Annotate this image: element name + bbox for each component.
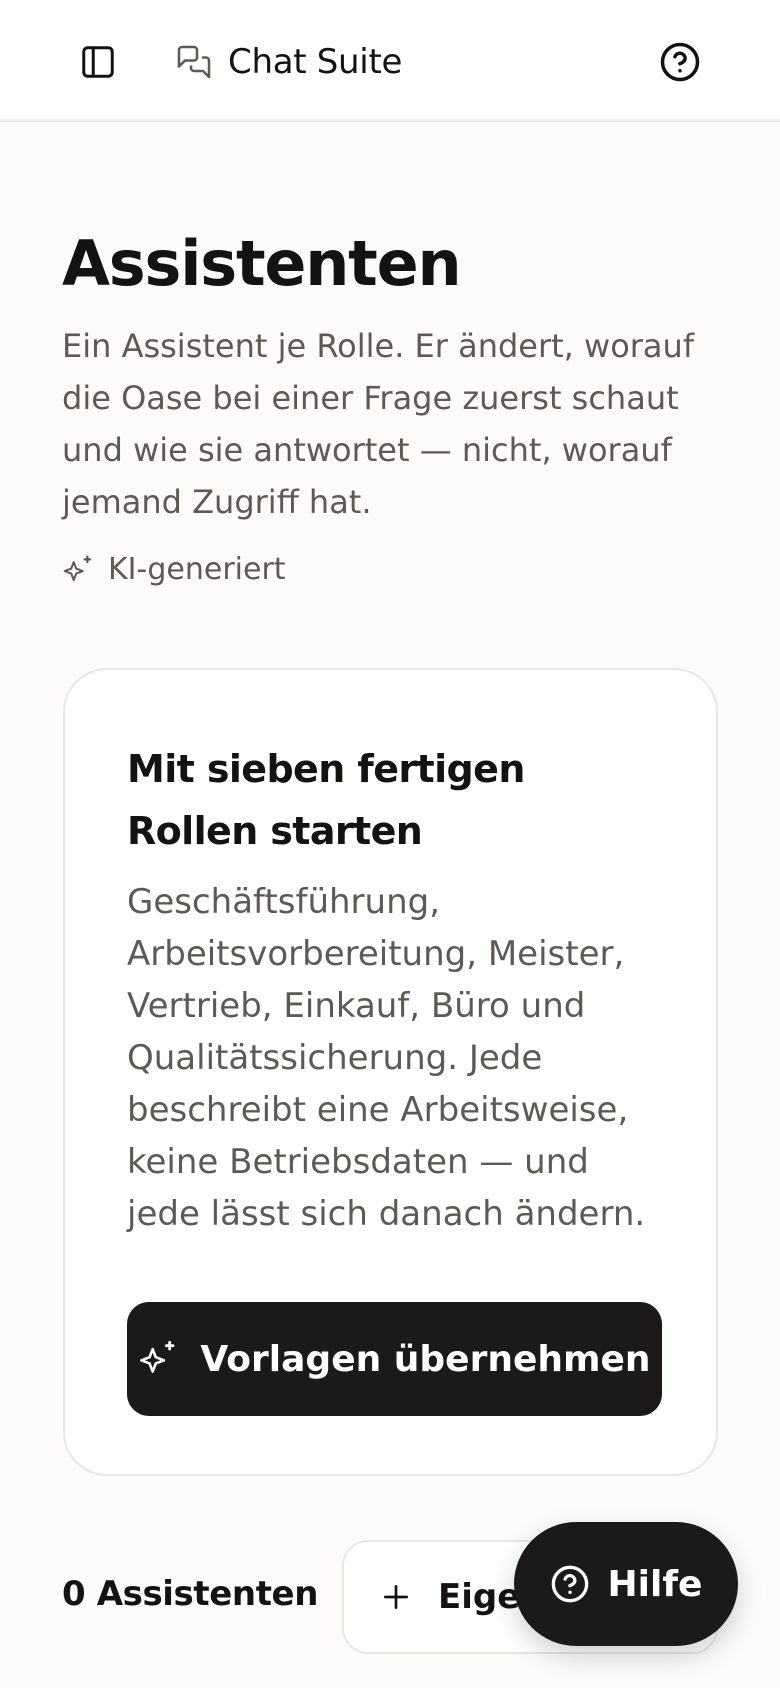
page-description: Ein Assistent je Rolle. Er ändert, worau… xyxy=(62,327,695,521)
ai-generated-label: KI-generiert xyxy=(108,552,286,587)
template-card-description: Geschäftsführung, Arbeitsvorbereitung, M… xyxy=(127,882,646,1234)
help-circle-icon xyxy=(550,1564,590,1604)
chat-bubbles-icon xyxy=(176,44,212,80)
sidebar-toggle-button[interactable] xyxy=(74,38,122,86)
help-fab[interactable]: Hilfe xyxy=(514,1522,738,1646)
help-button[interactable] xyxy=(654,36,706,88)
plus-icon xyxy=(380,1581,412,1613)
ai-generated-tag: KI-generiert xyxy=(62,552,286,587)
page-title: Assistenten xyxy=(62,227,462,300)
sidebar-toggle-icon xyxy=(79,43,117,81)
sparkles-icon xyxy=(62,554,94,586)
brand: Chat Suite xyxy=(176,38,402,86)
apply-templates-label: Vorlagen übernehmen xyxy=(200,1338,651,1380)
sparkles-icon xyxy=(138,1339,178,1379)
apply-templates-button[interactable]: Vorlagen übernehmen xyxy=(127,1302,662,1416)
template-card: Mit sieben fertigen Rollen starten Gesch… xyxy=(63,668,718,1476)
help-circle-icon xyxy=(659,41,701,83)
app-title: Chat Suite xyxy=(228,42,403,82)
assistant-count: 0 Assistenten xyxy=(62,1574,319,1614)
help-fab-label: Hilfe xyxy=(607,1563,703,1605)
template-card-title: Mit sieben fertigen Rollen starten xyxy=(127,747,525,853)
top-bar: Chat Suite xyxy=(0,0,780,122)
